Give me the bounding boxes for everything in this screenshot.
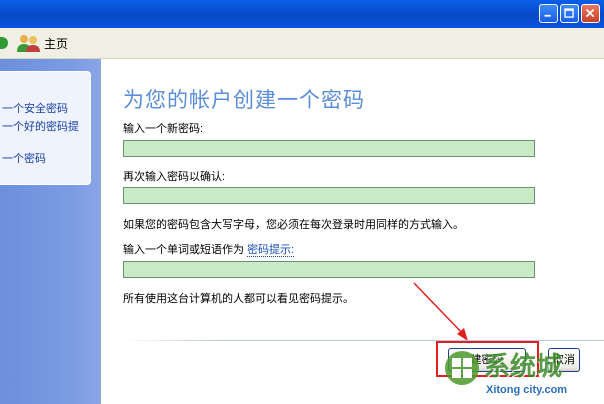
watermark-brand: 系统城 <box>484 352 563 382</box>
button-divider <box>123 340 604 341</box>
watermark-site: Xitong city.com <box>486 384 568 396</box>
site-watermark: 系统城 Xitong city.com <box>440 342 604 404</box>
